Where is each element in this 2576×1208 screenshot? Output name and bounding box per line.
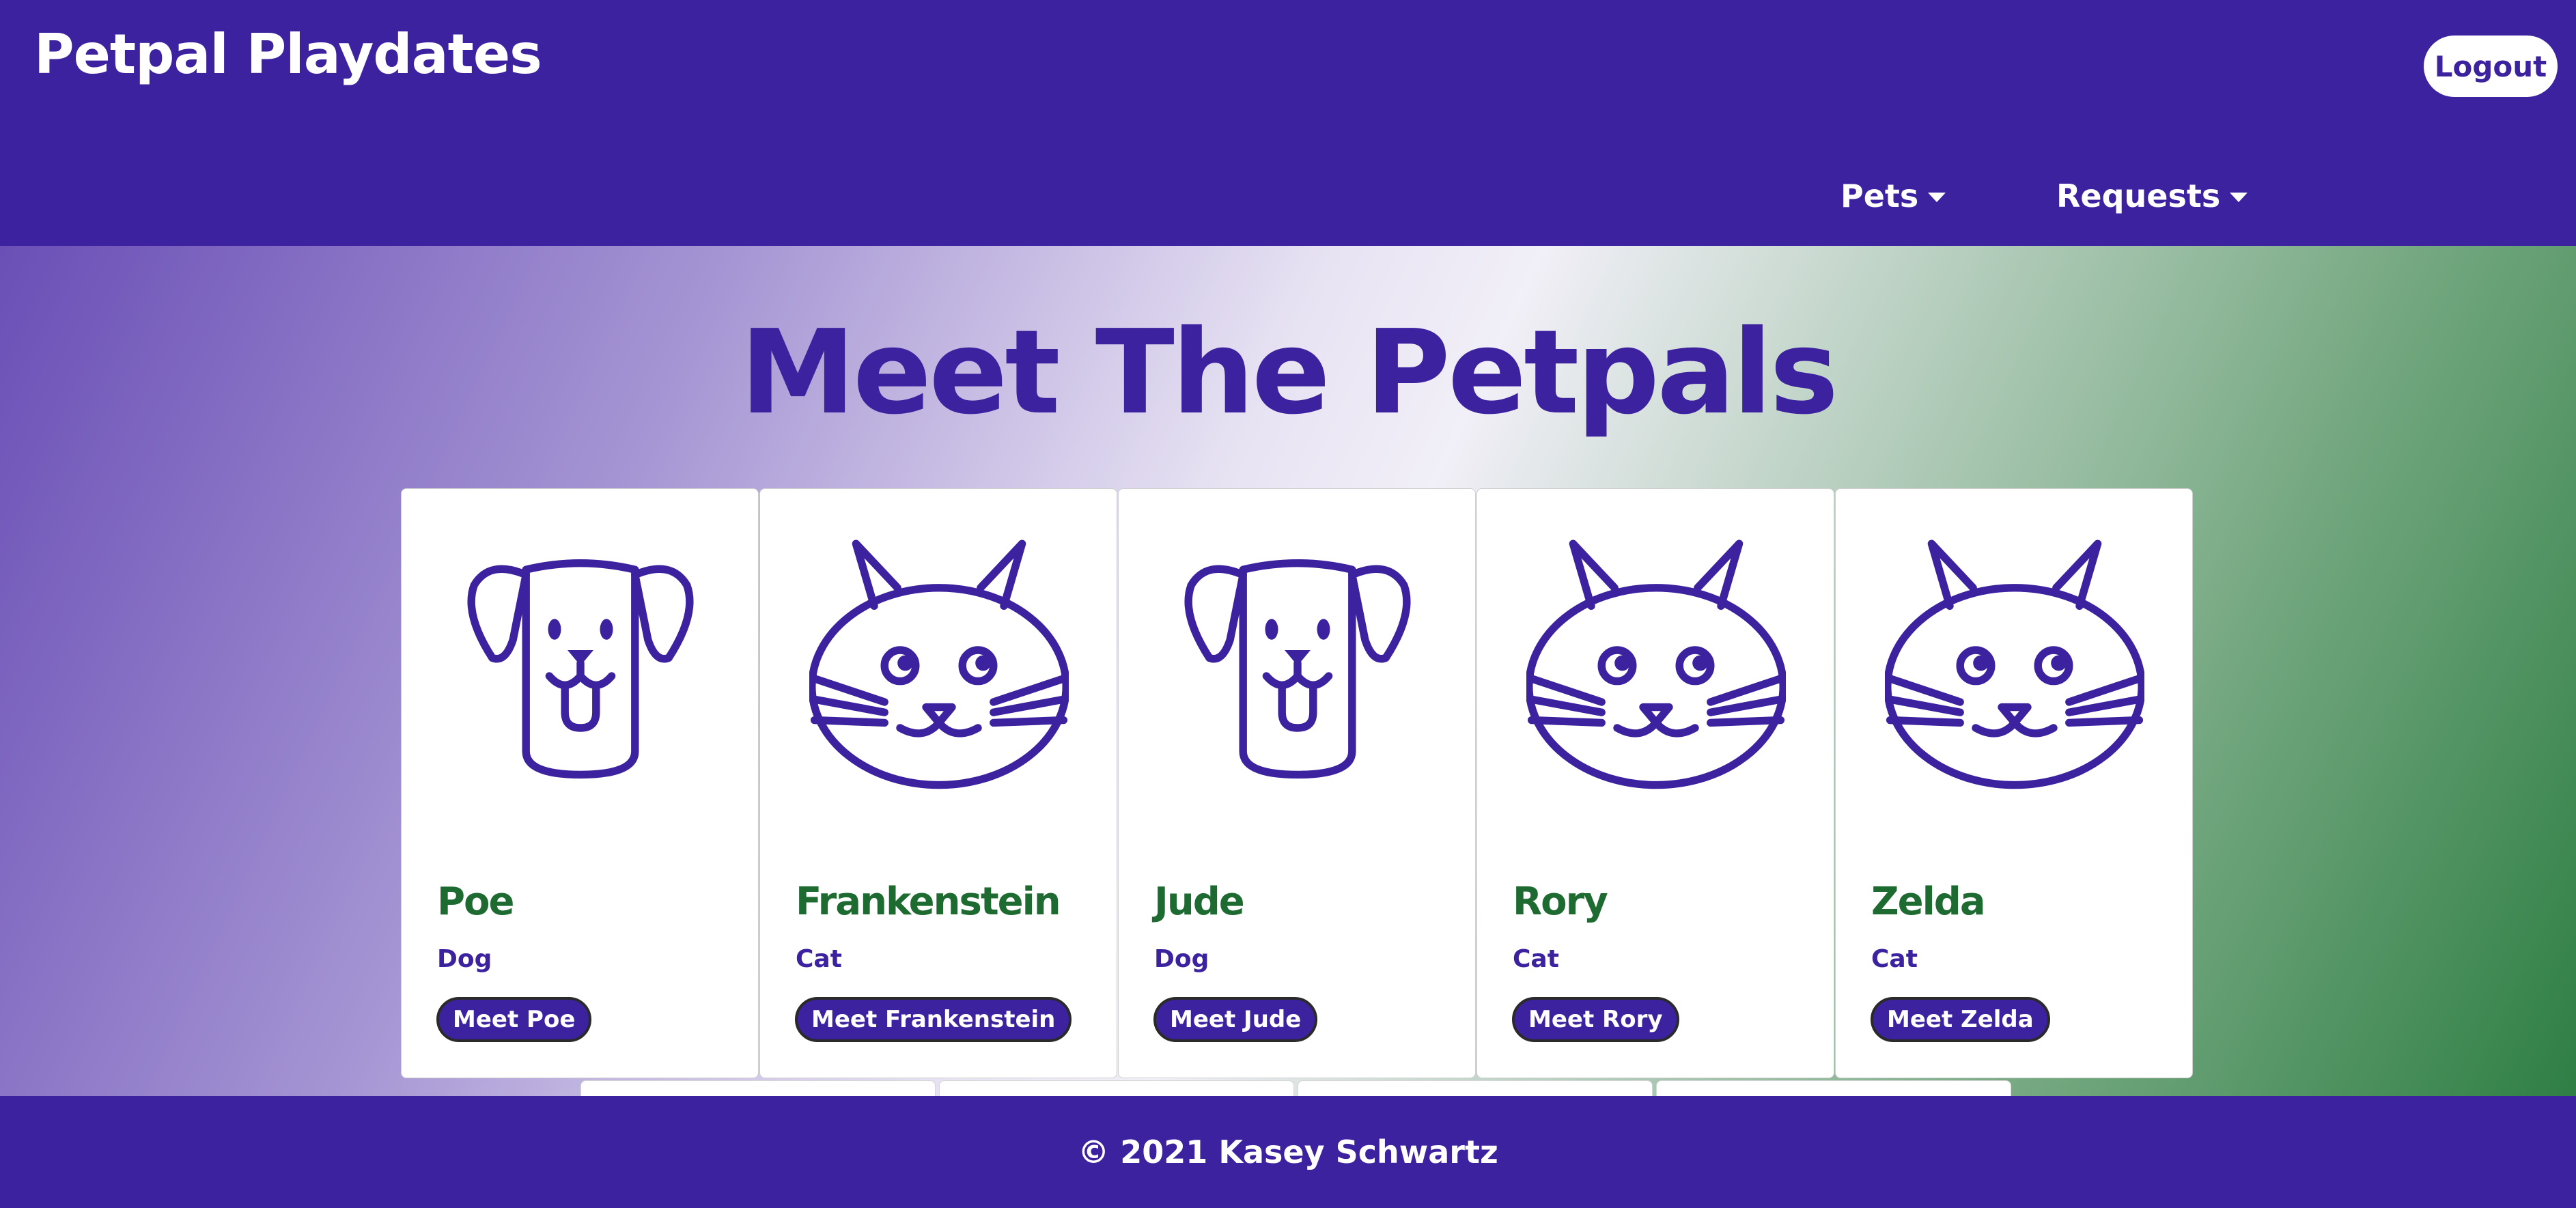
nav-pets-label: Pets <box>1840 178 1919 214</box>
pet-name: Frankenstein <box>796 880 1061 924</box>
dog-icon <box>467 559 694 779</box>
meet-pet-button[interactable]: Meet Jude <box>1153 997 1318 1042</box>
nav-requests-label: Requests <box>2056 178 2221 214</box>
brand-logo[interactable]: Petpal Playdates <box>34 20 542 89</box>
pet-card: Poe Dog Meet Poe <box>401 488 759 1078</box>
pet-type: Dog <box>1154 945 1209 973</box>
pet-card: Zelda Cat Meet Zelda <box>1835 488 2193 1078</box>
pet-card-partial <box>1298 1080 1653 1096</box>
pet-card-partial <box>939 1080 1294 1096</box>
pet-type: Cat <box>1871 945 1918 973</box>
pet-name: Poe <box>437 880 514 924</box>
next-card-row <box>580 1080 2015 1096</box>
pet-card: Jude Dog Meet Jude <box>1118 488 1476 1078</box>
pet-card-partial <box>580 1080 936 1096</box>
cat-icon <box>809 539 1069 789</box>
pet-name: Jude <box>1154 880 1245 924</box>
page-title: Meet The Petpals <box>740 305 1839 440</box>
meet-pet-button[interactable]: Meet Zelda <box>1871 997 2050 1042</box>
pet-card-partial <box>1656 1080 2011 1096</box>
pet-type: Dog <box>437 945 492 973</box>
pet-card: Rory Cat Meet Rory <box>1476 488 1834 1078</box>
pet-name: Rory <box>1513 880 1608 924</box>
pet-name: Zelda <box>1871 880 1986 924</box>
cat-icon <box>1526 539 1786 789</box>
pet-card: Frankenstein Cat Meet Frankenstein <box>759 488 1117 1078</box>
meet-pet-button[interactable]: Meet Frankenstein <box>795 997 1072 1042</box>
logout-button[interactable]: Logout <box>2424 36 2558 97</box>
dog-icon <box>1184 559 1411 779</box>
nav-dropdown-requests[interactable]: Requests <box>2056 172 2248 220</box>
hero-section: Meet The Petpals Poe Dog Meet Poe Franke… <box>0 246 2576 1096</box>
meet-pet-button[interactable]: Meet Poe <box>436 997 592 1042</box>
footer: © 2021 Kasey Schwartz <box>0 1096 2576 1208</box>
cat-icon <box>1885 539 2144 789</box>
pet-card-row: Poe Dog Meet Poe Frankenstein Cat Meet F… <box>401 488 2194 1080</box>
caret-down-icon <box>2230 193 2248 202</box>
pet-type: Cat <box>1513 945 1559 973</box>
pet-type: Cat <box>796 945 842 973</box>
footer-copyright: © 2021 Kasey Schwartz <box>1078 1134 1498 1170</box>
navbar: Petpal Playdates Logout Pets Requests <box>0 0 2576 246</box>
nav-dropdown-pets[interactable]: Pets <box>1840 172 1946 220</box>
caret-down-icon <box>1928 193 1946 202</box>
meet-pet-button[interactable]: Meet Rory <box>1512 997 1679 1042</box>
